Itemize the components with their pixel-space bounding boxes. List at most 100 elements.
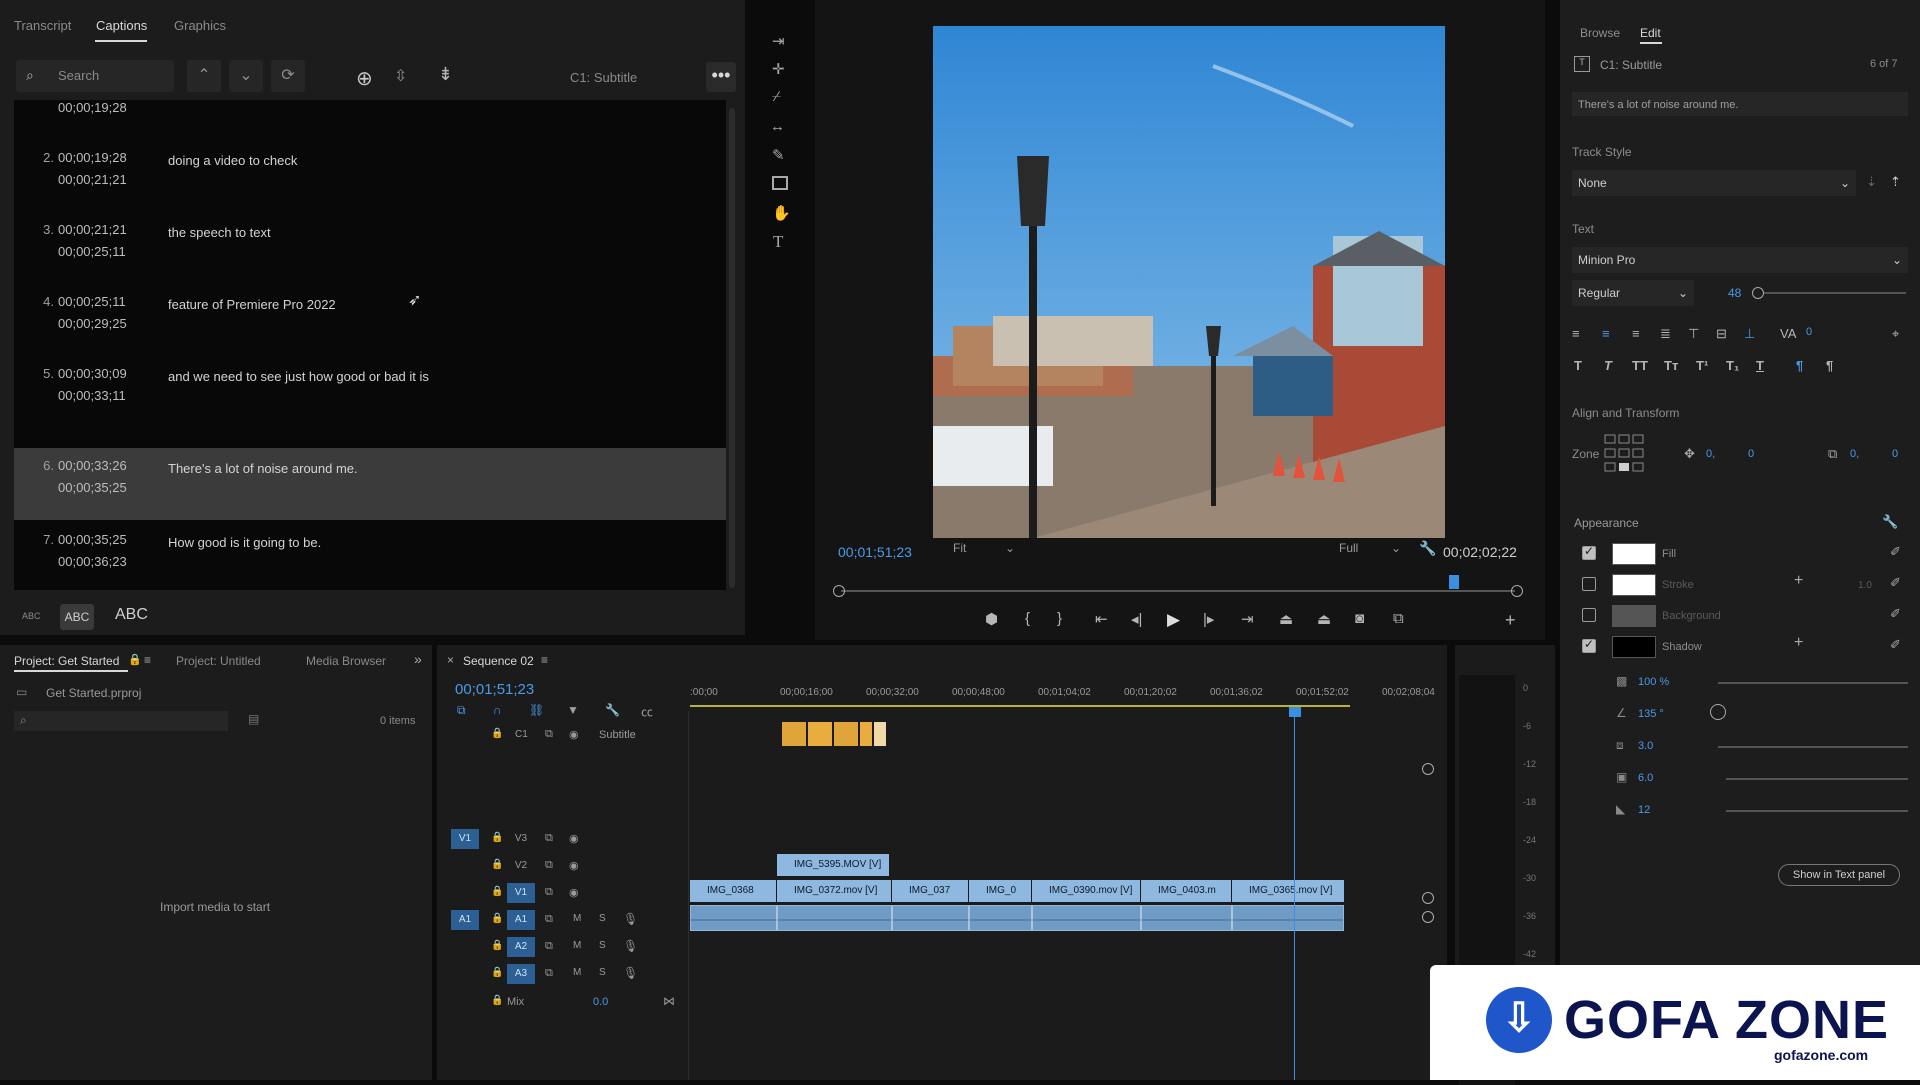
- sync-lock-icon[interactable]: ⧉: [545, 886, 553, 899]
- captions-display-icon[interactable]: ㏄: [641, 703, 653, 720]
- eyedropper-icon[interactable]: ✐: [1890, 575, 1901, 591]
- shadow-checkbox[interactable]: [1582, 637, 1596, 653]
- add-marker-icon[interactable]: ▼: [567, 703, 579, 717]
- track-label-a1[interactable]: A1: [507, 910, 535, 930]
- solo-icon[interactable]: S: [599, 913, 606, 924]
- program-current-time[interactable]: 00;01;51;23: [838, 544, 912, 560]
- zoom-dropdown[interactable]: Fit ⌄: [953, 541, 1019, 561]
- background-color-swatch[interactable]: [1612, 605, 1656, 627]
- timeline-playhead-line[interactable]: [1294, 715, 1295, 1080]
- mix-end-icon[interactable]: ⋈: [663, 994, 675, 1008]
- caption-row[interactable]: 2. 00;00;19;28 00;00;21;21 doing a video…: [14, 150, 726, 210]
- faux-bold-icon[interactable]: T: [1574, 358, 1582, 373]
- caption-row[interactable]: 7. 00;00;35;25 00;00;36;23 How good is i…: [14, 532, 726, 590]
- font-size-slider-thumb[interactable]: [1752, 287, 1764, 299]
- sync-lock-icon[interactable]: ⧉: [545, 967, 553, 980]
- v1-clip[interactable]: IMG_0403.m: [1141, 880, 1231, 902]
- caption-clip[interactable]: [834, 722, 858, 746]
- play-icon[interactable]: ▶: [1167, 610, 1180, 630]
- microphone-icon[interactable]: 🎙: [623, 966, 638, 980]
- track-label-v2[interactable]: V2: [507, 856, 535, 876]
- caption-row[interactable]: 3. 00;00;21;21 00;00;25;11 the speech to…: [14, 222, 726, 282]
- split-caption-icon[interactable]: ⇳: [394, 66, 407, 86]
- panel-menu-icon[interactable]: ≡: [541, 653, 548, 667]
- snap-icon[interactable]: ∩: [493, 703, 502, 717]
- caption-text[interactable]: How good is it going to be.: [168, 532, 438, 554]
- align-left-icon[interactable]: ≡: [1572, 326, 1580, 341]
- microphone-icon[interactable]: 🎙: [623, 912, 638, 926]
- caption-search-input[interactable]: ⌕ Search: [16, 60, 174, 92]
- shadow-size-value[interactable]: 6.0: [1638, 772, 1653, 784]
- type-tool-icon[interactable]: T: [773, 232, 783, 252]
- program-video-frame[interactable]: [933, 26, 1445, 538]
- mute-icon[interactable]: M: [573, 913, 581, 924]
- mix-value[interactable]: 0.0: [593, 996, 608, 1008]
- push-style-icon[interactable]: ⇣: [1866, 174, 1877, 190]
- mark-in-icon[interactable]: {: [1025, 610, 1030, 627]
- v1-clip[interactable]: IMG_037: [892, 880, 968, 902]
- slip-icon[interactable]: ↔: [770, 118, 785, 135]
- caption-clips[interactable]: [782, 722, 888, 746]
- track-label-v3[interactable]: V3: [507, 829, 535, 849]
- blur-slider[interactable]: [1726, 810, 1908, 812]
- position-x-value[interactable]: 0,: [1706, 448, 1715, 460]
- shadow-angle-value[interactable]: 135 °: [1638, 708, 1664, 720]
- sync-lock-icon[interactable]: ⧉: [545, 913, 553, 926]
- solo-icon[interactable]: S: [599, 967, 606, 978]
- tab-project-get-started[interactable]: Project: Get Started: [14, 654, 119, 668]
- project-search-input[interactable]: ⌕: [14, 711, 228, 731]
- caption-start[interactable]: 00;00;21;21: [58, 222, 127, 237]
- tab-edit[interactable]: Edit: [1640, 26, 1661, 40]
- import-media-hint[interactable]: Import media to start: [160, 900, 270, 914]
- caption-clip[interactable]: [808, 722, 832, 746]
- scale-x-value[interactable]: 0,: [1850, 448, 1859, 460]
- caption-clip-selected[interactable]: [874, 722, 886, 746]
- more-options-icon[interactable]: •••: [706, 62, 736, 92]
- caption-end[interactable]: 00;00;33;11: [58, 388, 126, 403]
- caption-start[interactable]: 00;00;33;26: [58, 458, 127, 473]
- align-middle-icon[interactable]: ⊟: [1716, 326, 1727, 342]
- caption-end[interactable]: 00;00;21;21: [58, 172, 127, 187]
- sync-lock-icon[interactable]: ⧉: [545, 940, 553, 953]
- add-marker-icon[interactable]: ⬢: [985, 610, 998, 628]
- angle-dial[interactable]: [1710, 704, 1726, 720]
- justify-icon[interactable]: ≣: [1660, 326, 1671, 342]
- go-to-out-icon[interactable]: ⇥: [1241, 610, 1254, 628]
- caption-start[interactable]: 00;00;35;25: [58, 532, 127, 547]
- vertical-zoom-handle[interactable]: [1422, 892, 1434, 904]
- opacity-slider[interactable]: [1718, 682, 1908, 684]
- a1-audio-clips[interactable]: [690, 905, 1344, 931]
- caption-start[interactable]: 00;00;19;28: [58, 150, 127, 165]
- track-label-a3[interactable]: A3: [507, 964, 535, 984]
- add-caption-icon[interactable]: ⊕: [356, 66, 373, 91]
- tab-captions[interactable]: Captions: [96, 18, 147, 33]
- caption-end[interactable]: 00;00;25;11: [58, 244, 126, 259]
- quality-dropdown[interactable]: Full ⌄: [1339, 541, 1405, 561]
- uppercase-button[interactable]: ABC: [115, 606, 148, 624]
- scale-y-value[interactable]: 0: [1892, 448, 1898, 460]
- out-point-handle[interactable]: [1511, 585, 1523, 597]
- sync-lock-icon[interactable]: ⧉: [545, 728, 553, 741]
- font-size-value[interactable]: 48: [1728, 286, 1741, 300]
- sync-lock-icon[interactable]: ⧉: [545, 859, 553, 872]
- caption-text[interactable]: and we need to see just how good or bad …: [168, 366, 438, 388]
- caption-row-selected[interactable]: 6. 00;00;33;26 00;00;35;25 There's a lot…: [14, 448, 726, 520]
- track-label-v1[interactable]: V1: [507, 883, 535, 903]
- mark-out-icon[interactable]: }: [1057, 610, 1062, 627]
- button-editor-plus-icon[interactable]: +: [1505, 610, 1516, 631]
- font-style-dropdown[interactable]: Regular ⌄: [1572, 280, 1694, 306]
- tab-graphics[interactable]: Graphics: [174, 18, 226, 33]
- linked-selection-icon[interactable]: ⛓: [529, 703, 544, 717]
- lowercase-button[interactable]: ABC: [22, 611, 41, 621]
- position-y-value[interactable]: 0: [1748, 448, 1754, 460]
- mute-icon[interactable]: M: [573, 940, 581, 951]
- lock-icon[interactable]: 🔒: [491, 886, 503, 897]
- lock-icon[interactable]: 🔒: [491, 995, 503, 1006]
- zone-grid[interactable]: [1604, 434, 1646, 476]
- caption-start[interactable]: 00;00;25;11: [58, 294, 126, 309]
- caption-text[interactable]: doing a video to check: [168, 150, 438, 172]
- close-icon[interactable]: ×: [447, 653, 454, 667]
- caption-start[interactable]: 00;00;30;09: [58, 366, 127, 381]
- track-style-dropdown[interactable]: None ⌄: [1572, 170, 1856, 196]
- microphone-icon[interactable]: 🎙: [623, 939, 638, 953]
